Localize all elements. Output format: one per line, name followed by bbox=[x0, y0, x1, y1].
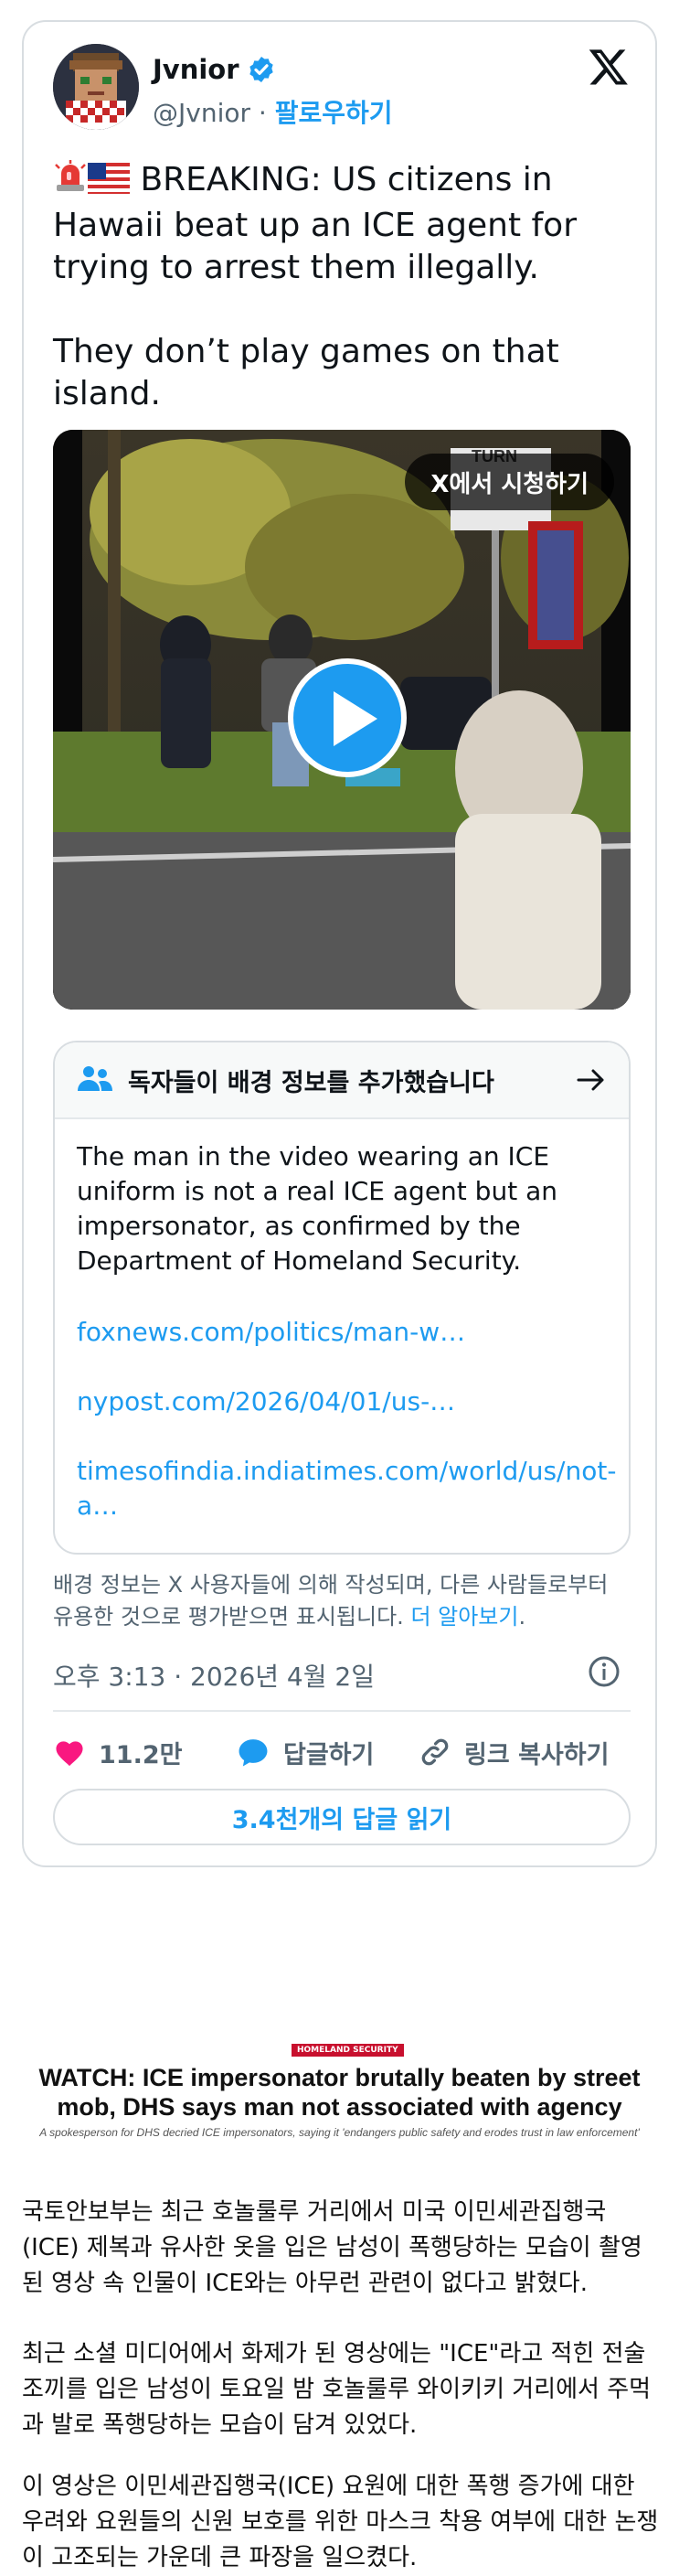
article-paragraph-3: 이 영상은 이민세관집행국(ICE) 요원에 대한 폭행 증가에 대한 우려와 … bbox=[22, 2473, 659, 2571]
handle-row: @Jvnior · 팔로우하기 bbox=[153, 93, 393, 130]
avatar-image bbox=[53, 44, 139, 130]
note-link-timesofindia[interactable]: timesofindia.indiatimes.com/world/us/not… bbox=[77, 1454, 616, 1523]
read-replies-button[interactable]: 3.4천개의 답글 읽기 bbox=[53, 1789, 631, 1845]
community-note-header[interactable]: 독자들이 배경 정보를 추가했습니다 bbox=[55, 1042, 629, 1119]
disclaimer-text: 배경 정보는 X 사용자들에 의해 작성되며, 다른 사람들로부터 유용한 것으… bbox=[53, 1572, 609, 1630]
copy-link-button[interactable]: 링크 복사하기 bbox=[419, 1735, 609, 1770]
us-flag-emoji-icon bbox=[88, 163, 130, 205]
avatar[interactable] bbox=[53, 44, 139, 130]
community-note-title: 독자들이 배경 정보를 추가했습니다 bbox=[128, 1068, 494, 1097]
heart-icon bbox=[56, 1741, 83, 1767]
arrow-right-icon[interactable] bbox=[576, 1067, 607, 1093]
follow-button[interactable]: 팔로우하기 bbox=[275, 98, 393, 128]
author-row[interactable]: Jvnior bbox=[153, 51, 276, 88]
siren-emoji-icon bbox=[53, 159, 88, 205]
article-subhead: A spokesperson for DHS decried ICE imper… bbox=[39, 2126, 640, 2139]
tweet-timestamp[interactable]: 오후 3:13 · 2026년 4월 2일 bbox=[53, 1657, 375, 1694]
tweet-card: Jvnior @Jvnior · 팔로우하기 BREAKING: US citi… bbox=[22, 20, 657, 1867]
author-name[interactable]: Jvnior bbox=[153, 54, 239, 85]
copy-link-label: 링크 복사하기 bbox=[464, 1740, 610, 1769]
divider bbox=[53, 1710, 631, 1712]
info-icon[interactable] bbox=[588, 1655, 621, 1688]
article-paragraph-2: 최근 소셜 미디어에서 화제가 된 영상에는 "ICE"라고 적힌 전술 조끼를… bbox=[22, 2340, 652, 2439]
note-link-nypost[interactable]: nypost.com/2026/04/01/us-… bbox=[77, 1384, 607, 1419]
link-icon bbox=[421, 1738, 449, 1766]
reply-bubble-icon bbox=[239, 1739, 268, 1767]
tweet-body: BREAKING: US citizens in Hawaii beat up … bbox=[53, 161, 578, 412]
author-handle[interactable]: @Jvnior bbox=[153, 98, 250, 128]
article-headline: WATCH: ICE impersonator brutally beaten … bbox=[38, 2064, 641, 2121]
video-player[interactable]: TURN X에서 시청하기 bbox=[53, 430, 631, 1010]
like-count: 11.2만 bbox=[99, 1740, 183, 1769]
verified-badge-icon bbox=[249, 57, 273, 82]
reply-label: 답글하기 bbox=[283, 1740, 375, 1769]
action-bar: 11.2만 답글하기 링크 복사하기 bbox=[53, 1732, 631, 1772]
article-category-tag: HOMELAND SECURITY bbox=[292, 2044, 404, 2057]
article-paragraph-1: 국토안보부는 최근 호놀룰루 거리에서 미국 이민세관집행국(ICE) 제복과 … bbox=[22, 2198, 642, 2297]
handle-separator: · bbox=[250, 98, 275, 128]
x-logo-icon[interactable] bbox=[588, 46, 630, 88]
watch-on-x-button[interactable]: X에서 시청하기 bbox=[405, 454, 614, 510]
like-button[interactable]: 11.2만 bbox=[53, 1735, 236, 1770]
community-note[interactable]: 독자들이 배경 정보를 추가했습니다 The man in the video … bbox=[53, 1041, 631, 1555]
reply-button[interactable]: 답글하기 bbox=[236, 1735, 419, 1770]
community-note-text: The man in the video wearing an ICE unif… bbox=[77, 1141, 557, 1276]
tweet-text: BREAKING: US citizens in Hawaii beat up … bbox=[53, 159, 629, 415]
people-icon bbox=[78, 1066, 112, 1091]
community-note-disclaimer: 배경 정보는 X 사용자들에 의해 작성되며, 다른 사람들로부터 유용한 것으… bbox=[53, 1572, 609, 1630]
learn-more-link[interactable]: 더 알아보기 bbox=[410, 1604, 518, 1630]
play-icon[interactable] bbox=[288, 658, 407, 777]
note-link-foxnews[interactable]: foxnews.com/politics/man-w… bbox=[77, 1315, 607, 1350]
